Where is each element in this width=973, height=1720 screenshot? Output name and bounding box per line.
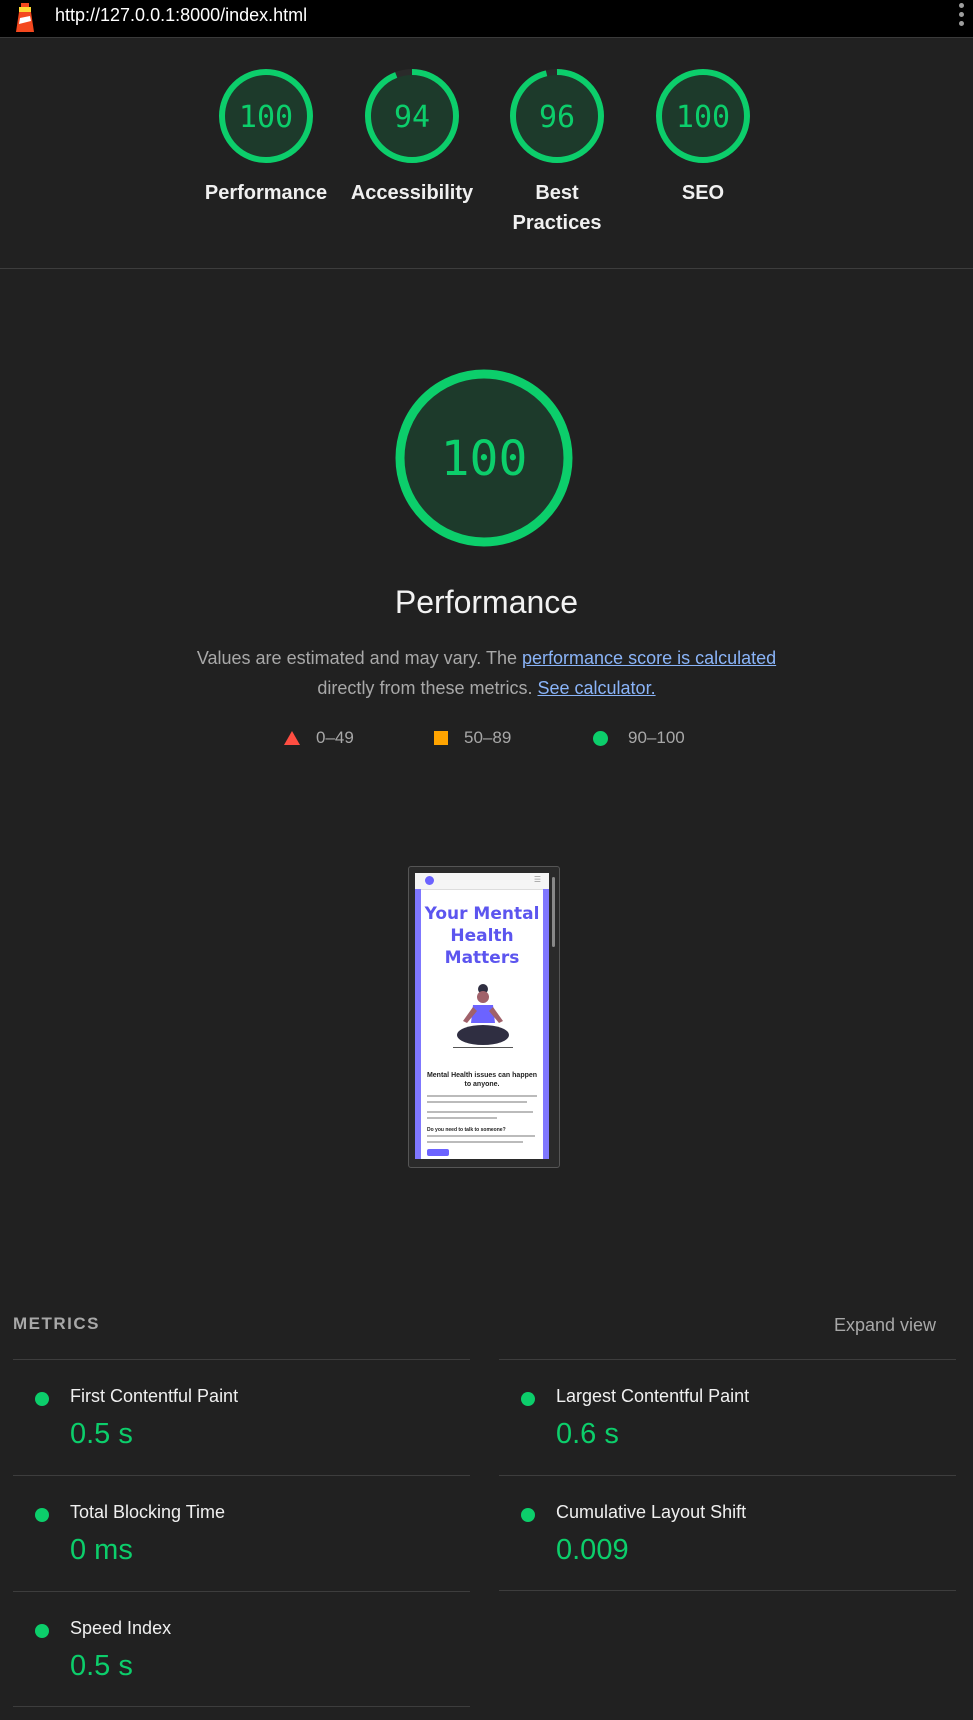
triangle-icon [284,731,300,745]
gauge-ring: 100 [656,69,750,163]
desc-text-2: directly from these metrics. [317,678,533,698]
score-legend: 0–49 50–89 90–100 [0,728,973,752]
performance-title: Performance [394,584,579,620]
screenshot-page: ☰ Your Mental Health Matters Mental Heal… [415,873,549,1159]
scrollbar [552,877,555,947]
text-line [427,1135,535,1137]
side-band [543,889,549,1159]
meditation-illustration [453,984,513,1048]
metric-name: Speed Index [70,1618,172,1638]
screenshot-subhead: Mental Health issues can happen to anyon… [426,1072,538,1088]
category-gauges: 100 Performance 94 Accessibility 96 Best… [0,66,973,266]
legend-range: 50–89 [464,728,512,747]
page-url: http://127.0.0.1:8000/index.html [55,5,308,25]
performance-description: Values are estimated and may vary. The p… [0,643,973,703]
gauge-label: Performance [204,182,328,204]
legend-range: 0–49 [316,728,354,747]
circle-icon [593,730,608,746]
metric-name: First Contentful Paint [70,1386,239,1406]
score-calculated-link[interactable]: performance score is calculated [522,648,776,668]
metric-value: 0.6 s [556,1418,619,1450]
gauge-accessibility[interactable]: 94 Accessibility [342,66,482,208]
legend-pass: 90–100 [593,728,685,748]
gauge-ring: 94 [365,69,459,163]
metric-name: Total Blocking Time [70,1502,226,1522]
lighthouse-logo-icon [16,3,34,32]
legend-average: 50–89 [434,728,511,748]
metrics-title: METRICS [13,1314,100,1333]
legend-range: 90–100 [628,728,685,747]
performance-score: 100 [441,431,528,487]
gauge-ring: 100 [219,69,313,163]
metric-name: Cumulative Layout Shift [556,1502,747,1522]
text-line [427,1117,497,1119]
screenshot-button [427,1149,449,1156]
screenshot-question: Do you need to talk to someone? [427,1127,506,1133]
metrics-header: METRICS Expand view [13,1314,953,1336]
gauge-score: 96 [539,100,575,135]
metric-divider [499,1590,956,1591]
metric-largest-contentful-paint: Largest Contentful Paint 0.6 s [499,1359,956,1476]
hamburger-icon: ☰ [533,875,541,884]
section-divider [0,268,973,269]
pass-dot-icon [521,1392,535,1406]
see-calculator-link[interactable]: See calculator. [538,678,656,698]
metric-divider [13,1706,470,1707]
desc-text: Values are estimated and may vary. The [196,648,523,668]
gauge-score: 100 [239,100,293,135]
legend-fail: 0–49 [284,728,354,748]
pass-dot-icon [35,1392,49,1406]
text-line [427,1101,527,1103]
top-bar: http://127.0.0.1:8000/index.html [0,0,973,38]
metric-name: Largest Contentful Paint [556,1386,750,1406]
gauge-best-practices[interactable]: 96 Best Practices [487,66,627,238]
gauge-label: SEO [681,182,725,204]
square-icon [434,731,448,745]
pass-dot-icon [35,1508,49,1522]
metric-cumulative-layout-shift: Cumulative Layout Shift 0.009 [499,1475,956,1592]
pass-dot-icon [35,1624,49,1638]
metric-first-contentful-paint: First Contentful Paint 0.5 s [13,1359,470,1476]
metric-speed-index: Speed Index 0.5 s [13,1591,470,1708]
metric-value: 0.009 [556,1534,629,1566]
screenshot-navbar: ☰ [415,873,549,890]
gauge-label: Accessibility [350,182,474,204]
metric-total-blocking-time: Total Blocking Time 0 ms [13,1475,470,1592]
metric-value: 0 ms [70,1534,133,1566]
text-line [427,1095,537,1097]
gauge-label: Best Practices [512,182,602,234]
gauge-ring: 96 [510,69,604,163]
pass-dot-icon [521,1508,535,1522]
metric-value: 0.5 s [70,1650,133,1682]
gauge-score: 100 [676,100,730,135]
text-line [427,1111,533,1113]
brain-logo-icon [425,876,434,885]
side-band [415,889,421,1159]
final-screenshot[interactable]: ☰ Your Mental Health Matters Mental Heal… [408,866,560,1168]
expand-view-toggle[interactable]: Expand view [834,1315,936,1336]
text-line [427,1141,523,1143]
performance-gauge: 100 [395,369,573,547]
more-options-icon[interactable] [957,3,965,29]
gauge-score: 94 [394,100,430,135]
gauge-performance[interactable]: 100 Performance [196,66,336,208]
metric-value: 0.5 s [70,1418,133,1450]
gauge-seo[interactable]: 100 SEO [633,66,773,208]
screenshot-headline: Your Mental Health Matters [424,904,540,968]
